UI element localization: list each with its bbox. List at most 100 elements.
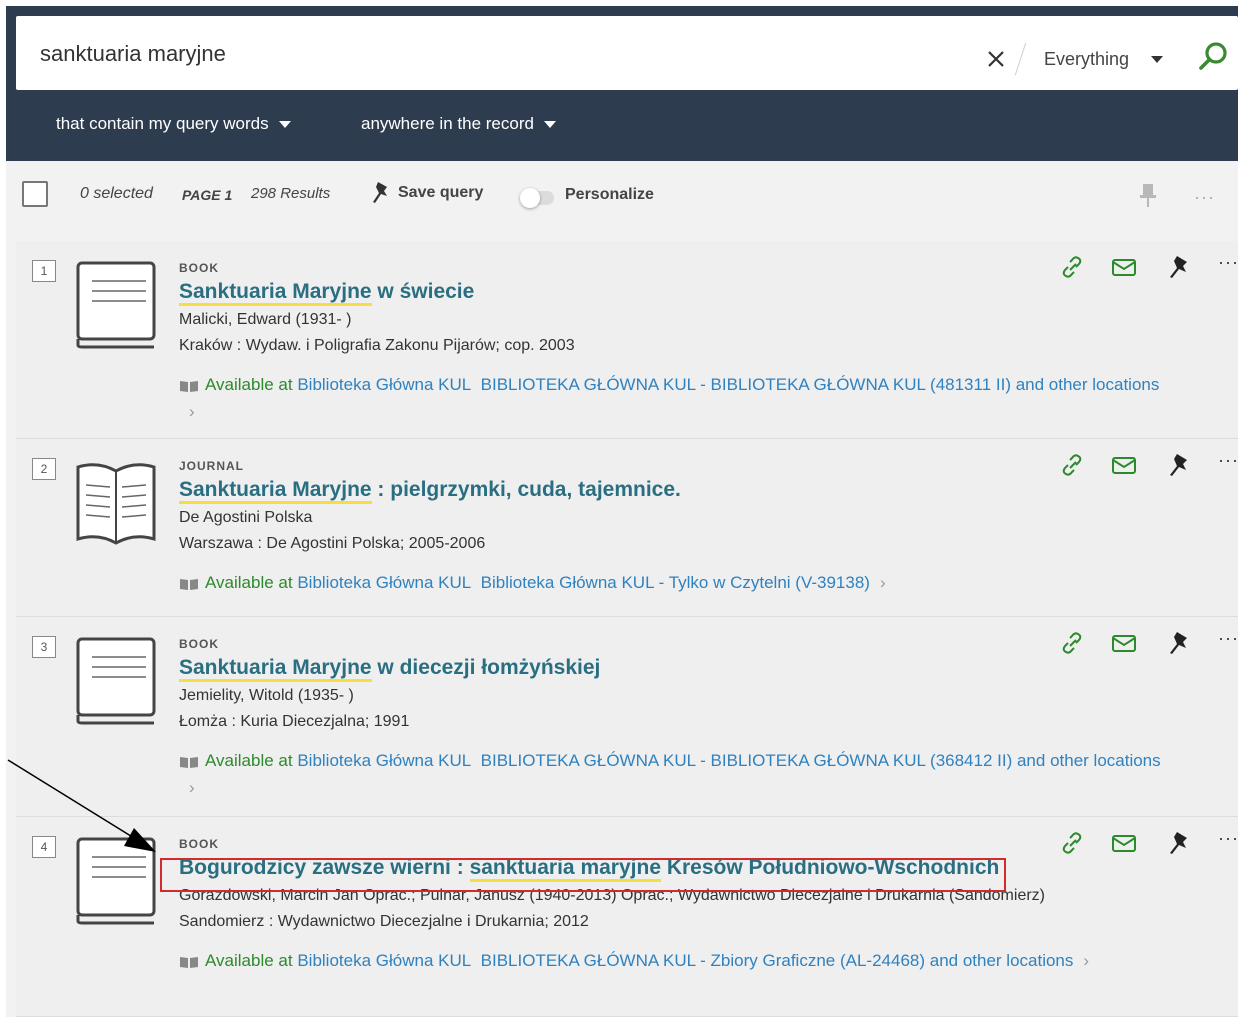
chevron-right-icon: ›: [189, 778, 195, 797]
more-options-icon[interactable]: ···: [1218, 629, 1238, 657]
link-icon[interactable]: [1058, 451, 1086, 479]
book-cover-icon: [76, 261, 156, 349]
chevron-down-icon: [278, 120, 291, 128]
link-icon[interactable]: [1058, 829, 1086, 857]
search-input[interactable]: [40, 38, 940, 70]
toggle-knob: [520, 188, 540, 208]
result-number[interactable]: 1: [32, 260, 56, 282]
title-highlight: Sanktuaria Maryjne: [179, 656, 372, 682]
availability-status: Available at: [205, 951, 293, 970]
result-author: Gorazdowski, Marcin Jan Oprac.; Pulnar, …: [179, 887, 1045, 904]
availability[interactable]: Available at Biblioteka Główna KUL Bibli…: [179, 569, 1169, 596]
result-number[interactable]: 2: [32, 458, 56, 480]
pin-icon[interactable]: [1166, 829, 1194, 857]
chevron-down-icon: [1151, 55, 1164, 63]
pin-icon: [373, 182, 387, 203]
pin-icon[interactable]: [1166, 253, 1194, 281]
search-header: Everything that contain my query words a…: [6, 6, 1238, 161]
query-match-dropdown[interactable]: that contain my query words: [56, 114, 291, 134]
mail-icon[interactable]: [1110, 629, 1138, 657]
result-type: BOOK: [179, 261, 219, 275]
book-cover-icon: [76, 637, 156, 725]
more-options-icon[interactable]: ···: [1218, 451, 1238, 479]
library-name: Biblioteka Główna KUL: [297, 573, 472, 592]
result-item[interactable]: 1 BOOK Sanktuaria Maryjne w świecie Mali…: [16, 241, 1238, 439]
result-publisher: Sandomierz : Wydawnictwo Diecezjalne i D…: [179, 913, 589, 930]
location-text: BIBLIOTEKA GŁÓWNA KUL - BIBLIOTEKA GŁÓWN…: [480, 375, 1160, 394]
library-name: Biblioteka Główna KUL: [297, 375, 472, 394]
result-publisher: Kraków : Wydaw. i Poligrafia Zakonu Pija…: [179, 337, 575, 354]
result-content: BOOK Sanktuaria Maryjne w świecie Malick…: [179, 261, 1169, 425]
library-name: Biblioteka Główna KUL: [297, 951, 472, 970]
book-cover-icon: [76, 837, 156, 925]
result-type: BOOK: [179, 637, 219, 651]
mail-icon[interactable]: [1110, 451, 1138, 479]
chevron-right-icon: ›: [1083, 951, 1090, 970]
availability-status: Available at: [205, 375, 293, 394]
result-content: JOURNAL Sanktuaria Maryjne : pielgrzymki…: [179, 459, 1169, 596]
search-field-dropdown[interactable]: anywhere in the record: [361, 114, 556, 134]
pinned-items-icon[interactable]: [1136, 181, 1160, 209]
search-icon[interactable]: [1196, 40, 1230, 74]
result-item[interactable]: 2 JOURNAL Sanktuaria Maryjne : pielgrzym…: [16, 439, 1238, 617]
availability[interactable]: Available at Biblioteka Główna KUL BIBLI…: [179, 947, 1169, 974]
title-rest: : pielgrzymki, cuda, tajemnice.: [371, 478, 681, 501]
pin-icon[interactable]: [1166, 629, 1194, 657]
title-highlight: sanktuaria maryjne: [469, 856, 661, 882]
link-icon[interactable]: [1058, 253, 1086, 281]
result-item[interactable]: 4 BOOK Bogurodzicy zawsze wierni : sankt…: [16, 817, 1238, 1017]
location-text: BIBLIOTEKA GŁÓWNA KUL - Zbiory Graficzne…: [480, 951, 1074, 970]
result-publisher: Łomża : Kuria Diecezjalna; 1991: [179, 713, 410, 730]
result-title[interactable]: Sanktuaria Maryjne w świecie: [179, 279, 1169, 306]
result-title[interactable]: Bogurodzicy zawsze wierni : sanktuaria m…: [179, 855, 1169, 882]
search-box: Everything: [16, 16, 1238, 90]
save-query-button[interactable]: Save query: [372, 181, 483, 205]
pin-icon[interactable]: [1166, 451, 1194, 479]
personalize-label: Personalize: [565, 186, 654, 203]
result-publisher: Warszawa : De Agostini Polska; 2005-2006: [179, 535, 486, 552]
result-title[interactable]: Sanktuaria Maryjne : pielgrzymki, cuda, …: [179, 477, 1169, 504]
result-number[interactable]: 3: [32, 636, 56, 658]
result-title[interactable]: Sanktuaria Maryjne w diecezji łomżyńskie…: [179, 655, 1169, 682]
result-number[interactable]: 4: [32, 836, 56, 858]
results-list: 1 BOOK Sanktuaria Maryjne w świecie Mali…: [16, 241, 1238, 1017]
results-toolbar: 0 selected PAGE 1 298 Results Save query…: [6, 161, 1238, 241]
more-options-icon[interactable]: ···: [1218, 253, 1238, 281]
availability-status: Available at: [205, 751, 293, 770]
title-rest: w świecie: [371, 280, 475, 303]
journal-cover-icon: [76, 463, 156, 545]
chevron-right-icon: ›: [189, 402, 195, 421]
result-actions: ···: [1038, 629, 1238, 659]
more-options-icon[interactable]: ···: [1194, 187, 1215, 208]
open-book-icon: [180, 756, 198, 768]
availability[interactable]: Available at Biblioteka Główna KUL BIBLI…: [179, 371, 1169, 425]
mail-icon[interactable]: [1110, 829, 1138, 857]
search-divider: [1014, 42, 1027, 76]
query-match-label: that contain my query words: [56, 114, 269, 133]
search-results-page: Everything that contain my query words a…: [6, 6, 1238, 1017]
title-rest: w diecezji łomżyńskiej: [371, 656, 601, 679]
more-options-icon[interactable]: ···: [1218, 829, 1238, 857]
mail-icon[interactable]: [1110, 253, 1138, 281]
result-actions: ···: [1038, 829, 1238, 859]
result-actions: ···: [1038, 451, 1238, 481]
result-author: De Agostini Polska: [179, 509, 313, 526]
result-item[interactable]: 3 BOOK Sanktuaria Maryjne w diecezji łom…: [16, 617, 1238, 817]
link-icon[interactable]: [1058, 629, 1086, 657]
title-prefix: Bogurodzicy zawsze wierni :: [179, 856, 470, 879]
result-type: BOOK: [179, 837, 219, 851]
select-all-checkbox[interactable]: [22, 181, 48, 207]
result-actions: ···: [1038, 253, 1238, 283]
result-content: BOOK Bogurodzicy zawsze wierni : sanktua…: [179, 837, 1169, 974]
location-text: BIBLIOTEKA GŁÓWNA KUL - BIBLIOTEKA GŁÓWN…: [480, 751, 1161, 770]
selected-count: 0 selected: [80, 185, 153, 202]
result-type: JOURNAL: [179, 459, 245, 473]
chevron-right-icon: ›: [879, 573, 886, 592]
availability[interactable]: Available at Biblioteka Główna KUL BIBLI…: [179, 747, 1169, 801]
scope-dropdown[interactable]: Everything: [1044, 46, 1164, 72]
clear-icon[interactable]: [986, 49, 1006, 69]
open-book-icon: [180, 578, 198, 590]
library-name: Biblioteka Główna KUL: [297, 751, 472, 770]
personalize-toggle[interactable]: [520, 188, 554, 208]
save-query-label: Save query: [398, 184, 484, 201]
